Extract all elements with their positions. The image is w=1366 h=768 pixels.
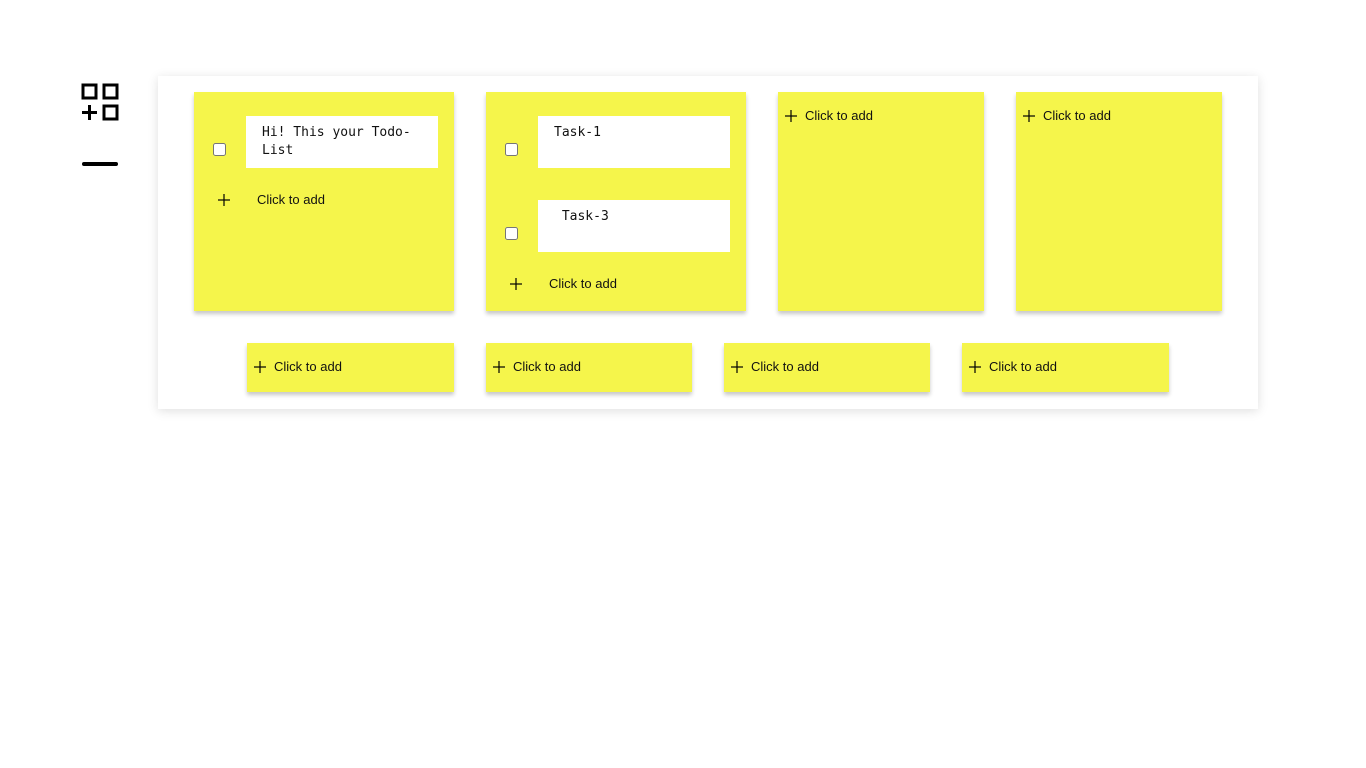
plus-icon [254,360,266,373]
sticky-note: Click to add [1016,92,1222,311]
add-task-label: Click to add [513,359,581,374]
task-text[interactable]: Hi! This your Todo-List [246,116,438,168]
task-item: Task-3 [486,200,746,252]
sticky-note: Hi! This your Todo-List Click to add [194,92,454,311]
add-task-button[interactable]: Click to add [731,359,819,374]
plus-icon [969,360,981,373]
add-task-label: Click to add [1043,108,1111,123]
add-task-label: Click to add [751,359,819,374]
plus-icon [785,109,797,122]
add-board-icon[interactable] [80,82,120,122]
add-task-label: Click to add [805,108,873,123]
add-task-label: Click to add [989,359,1057,374]
task-checkbox[interactable] [505,227,518,240]
add-task-label: Click to add [274,359,342,374]
add-task-button[interactable]: Click to add [218,192,325,207]
sticky-note: Task-1 Task-3 Click to add [486,92,746,311]
minus-icon[interactable] [82,160,118,168]
add-task-button[interactable]: Click to add [969,359,1057,374]
add-task-label: Click to add [257,192,325,207]
plus-icon [510,277,522,290]
sticky-note: Click to add [724,343,930,392]
plus-icon [1023,109,1035,122]
plus-icon [218,193,230,206]
sticky-note: Click to add [778,92,984,311]
plus-icon [493,360,505,373]
task-text[interactable]: Task-1 [538,116,730,168]
add-task-label: Click to add [549,276,617,291]
sticky-note: Click to add [486,343,692,392]
add-task-button[interactable]: Click to add [510,276,617,291]
add-task-button[interactable]: Click to add [1023,108,1111,123]
task-item: Task-1 [486,116,746,168]
plus-icon [731,360,743,373]
sidebar [80,82,122,168]
sticky-note: Click to add [247,343,454,392]
add-task-button[interactable]: Click to add [493,359,581,374]
task-checkbox[interactable] [213,143,226,156]
task-text[interactable]: Task-3 [538,200,730,252]
task-item: Hi! This your Todo-List [194,116,454,168]
todo-board: Hi! This your Todo-List Click to add Tas… [158,76,1258,409]
sticky-note: Click to add [962,343,1169,392]
task-checkbox[interactable] [505,143,518,156]
add-task-button[interactable]: Click to add [785,108,873,123]
add-task-button[interactable]: Click to add [254,359,342,374]
